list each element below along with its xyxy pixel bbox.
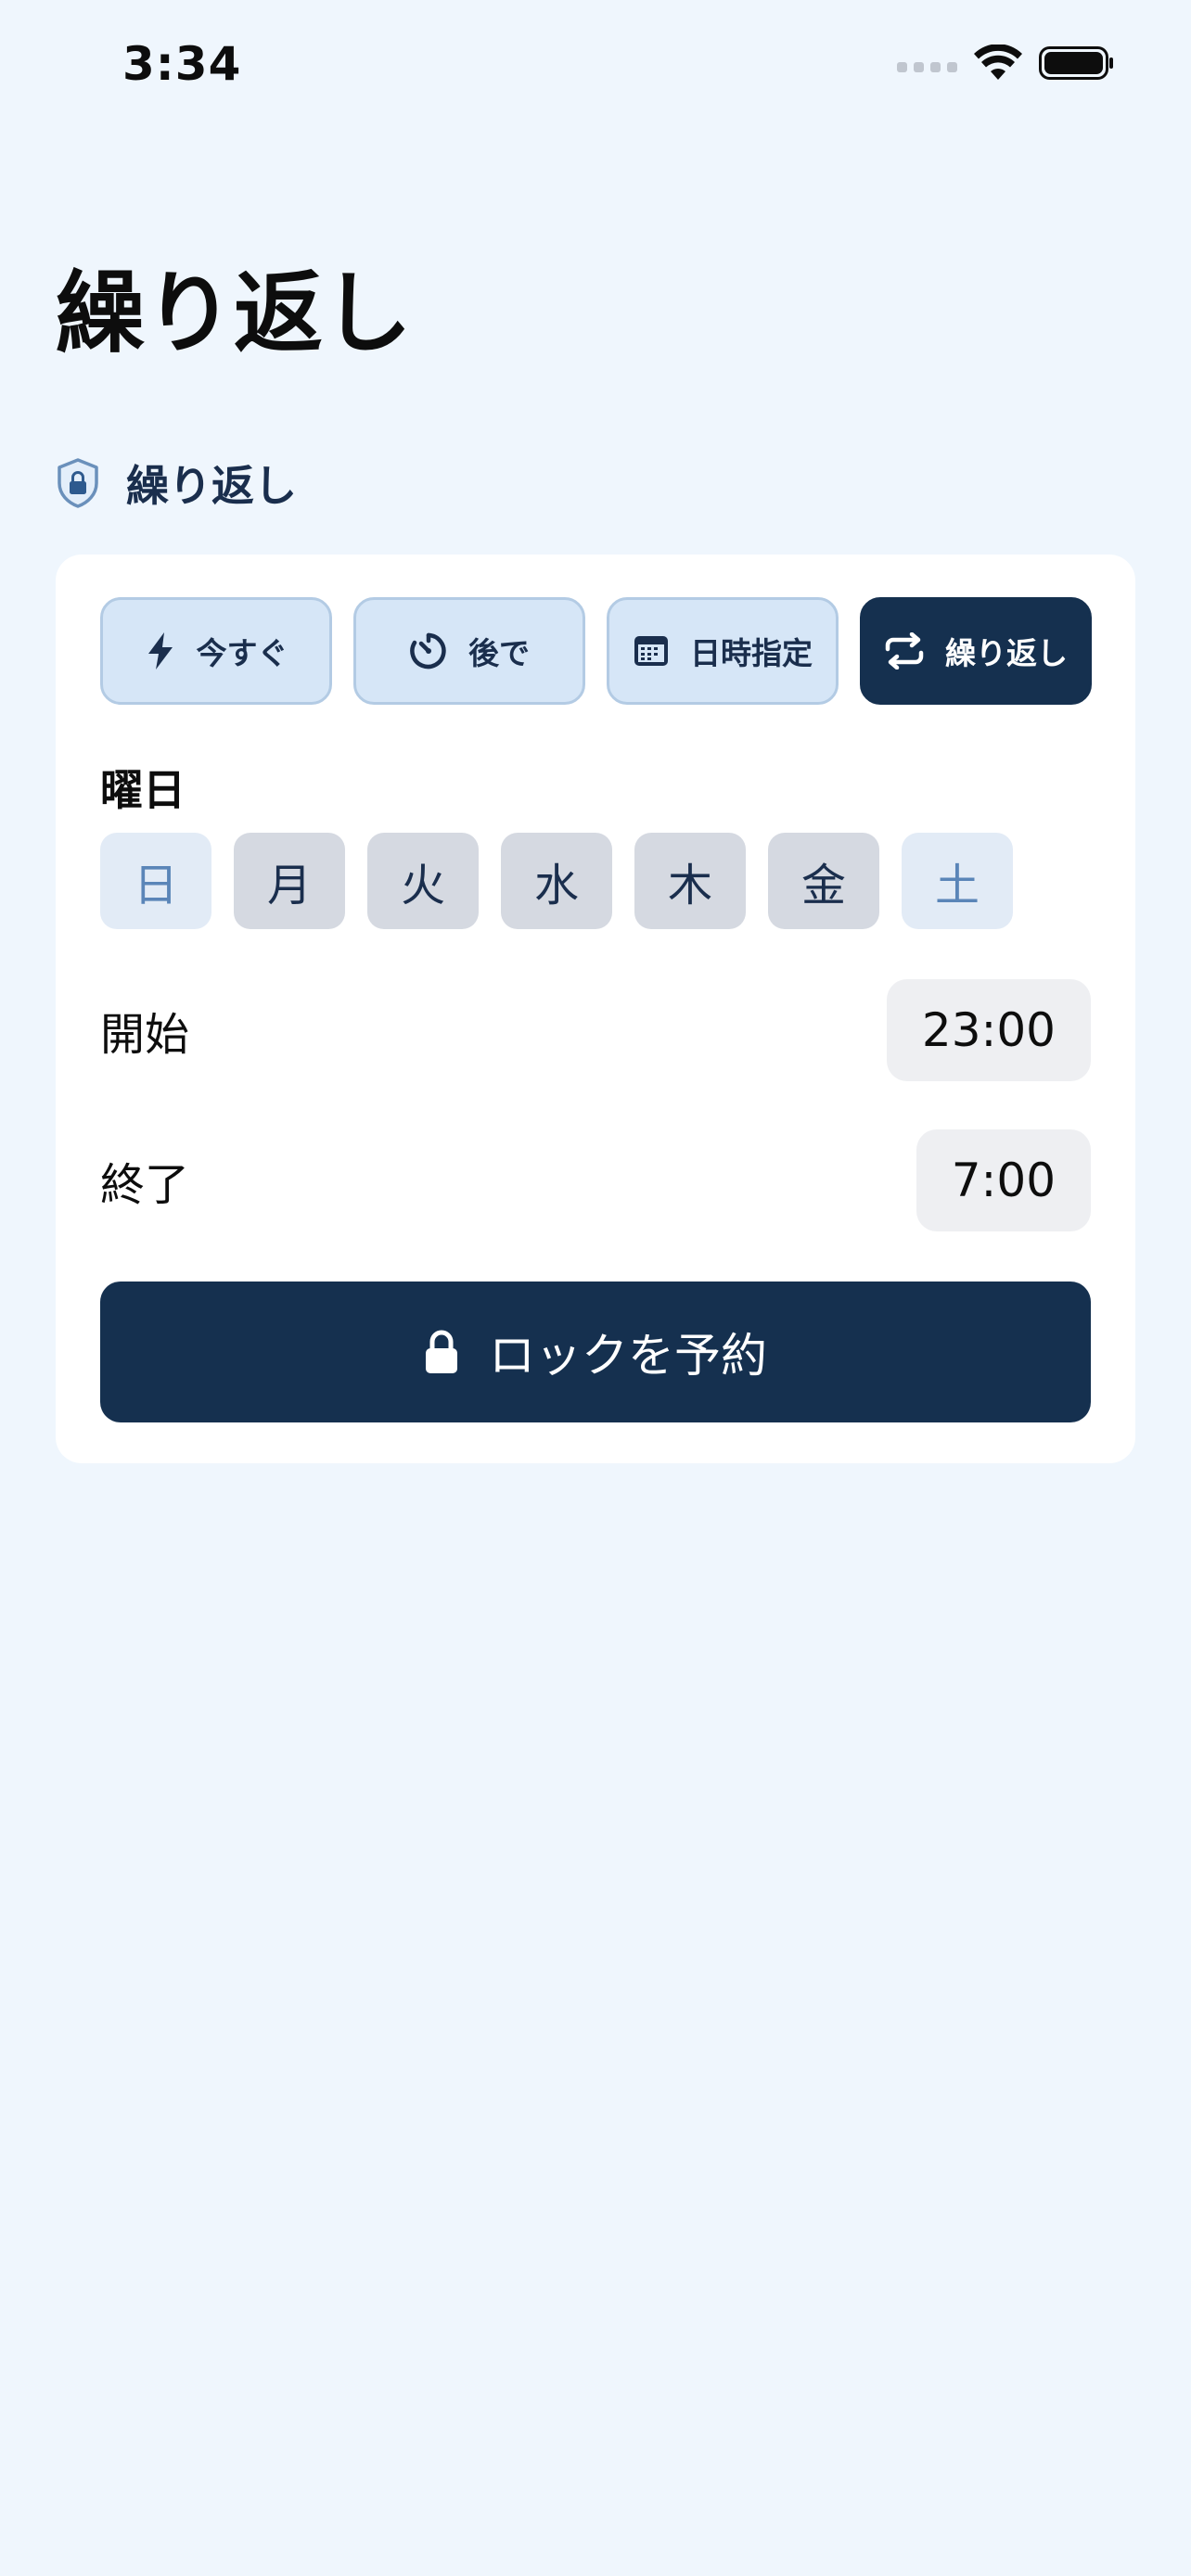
calendar-icon [634, 636, 668, 666]
day-chip-wednesday[interactable]: 水 [501, 833, 612, 929]
mode-datetime-button[interactable]: 日時指定 [607, 597, 839, 705]
mode-now-label: 今すぐ [196, 635, 288, 671]
bolt-icon [147, 632, 173, 670]
shield-lock-icon [58, 458, 98, 508]
status-time: 3:34 [122, 37, 242, 91]
end-time-picker[interactable]: 7:00 [916, 1129, 1091, 1231]
mode-repeat-label: 繰り返し [945, 635, 1068, 671]
day-chip-friday[interactable]: 金 [768, 833, 879, 929]
day-chip-monday[interactable]: 月 [234, 833, 345, 929]
mode-datetime-label: 日時指定 [690, 635, 813, 671]
status-icons [897, 45, 1115, 82]
reserve-lock-label: ロックを予約 [489, 1329, 767, 1383]
section-label: 繰り返し [126, 461, 297, 511]
start-time-row: 開始 23:00 [100, 979, 1091, 1081]
mode-repeat-button[interactable]: 繰り返し [860, 597, 1092, 705]
weekday-selector: 日 月 火 水 木 金 土 [100, 833, 1013, 929]
start-time-label: 開始 [100, 1009, 190, 1061]
reserve-lock-button[interactable]: ロックを予約 [100, 1282, 1091, 1422]
weekday-label: 曜日 [100, 765, 186, 815]
section-header: 繰り返し [56, 453, 297, 514]
schedule-card: 今すぐ 後で 日時指定 繰り返し 曜日 日 月 火 水 木 金 土 開始 23:… [56, 555, 1135, 1463]
day-chip-thursday[interactable]: 木 [634, 833, 746, 929]
day-chip-sunday[interactable]: 日 [100, 833, 211, 929]
end-time-label: 終了 [100, 1159, 190, 1211]
day-chip-saturday[interactable]: 土 [902, 833, 1013, 929]
page-title: 繰り返し [56, 261, 412, 365]
start-time-picker[interactable]: 23:00 [886, 979, 1091, 1081]
battery-icon [1039, 46, 1113, 80]
cellular-signal-icon [897, 54, 957, 72]
mode-later-label: 後で [468, 635, 530, 671]
lock-icon [426, 1330, 457, 1373]
timer-icon [410, 632, 446, 670]
day-chip-tuesday[interactable]: 火 [367, 833, 479, 929]
repeat-icon [885, 632, 924, 670]
status-bar: 3:34 [0, 0, 1191, 139]
end-time-row: 終了 7:00 [100, 1129, 1091, 1231]
mode-now-button[interactable]: 今すぐ [100, 597, 332, 705]
mode-later-button[interactable]: 後で [353, 597, 585, 705]
mode-tabs: 今すぐ 後で 日時指定 繰り返し [100, 597, 1092, 705]
wifi-icon [974, 45, 1022, 80]
